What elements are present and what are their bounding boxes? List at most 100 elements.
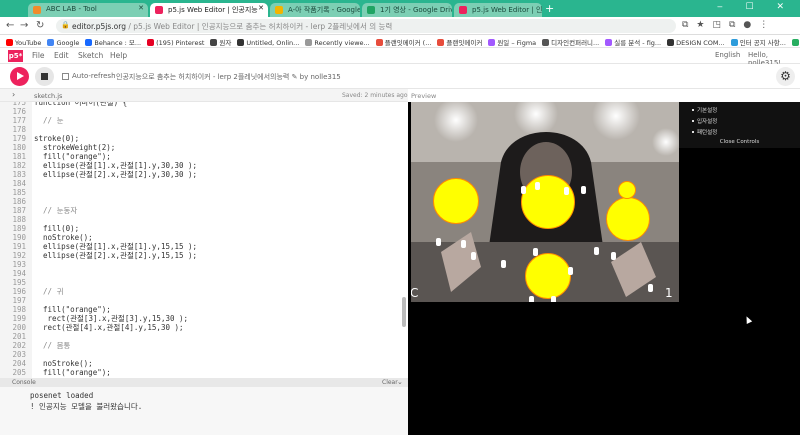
close-controls-button[interactable]: Close Controls	[679, 139, 800, 145]
code-editor[interactable]: 175 function 어마어(관절) {176 177 // 눈 178 179st…	[0, 102, 408, 378]
bullet-icon	[692, 120, 694, 122]
code-line: 200 rect(관절[4].x,관절[4].y,15,30 );	[0, 323, 400, 332]
reload-icon[interactable]: ↻	[36, 20, 44, 31]
particle	[568, 267, 573, 275]
code-line: 179 stroke(0);	[0, 134, 400, 143]
line-number: 201	[12, 332, 26, 341]
menu-file[interactable]: File	[32, 51, 45, 60]
play-button[interactable]	[10, 67, 29, 86]
code-text: rect(관절[3].x,관절[3].y,15,30 );	[34, 314, 189, 323]
code-line: 199 rect(관절[3].x,관절[3].y,15,30 );	[0, 314, 400, 323]
sketch-title[interactable]: 인공지능으로 춤추는 허치하이커 - lerp 2플레닛에서의능력 ✎ by n…	[116, 72, 341, 82]
bookmark-item[interactable]: 인터 공지 사항...	[730, 37, 786, 47]
bookmark-item[interactable]: 플랜잇메이커 (...	[375, 37, 431, 47]
gui-folder-pattern[interactable]: 패턴설정	[697, 128, 717, 136]
browser-tab[interactable]: 1기 영상 - Google Drive	[362, 3, 452, 17]
line-number: 187	[12, 206, 26, 215]
particle	[461, 240, 466, 248]
bookmark-item[interactable]: Untitled, Onlin...	[237, 39, 299, 47]
bookmark-item[interactable]: Recently viewe...	[305, 39, 370, 47]
line-number: 202	[12, 341, 26, 350]
line-number: 189	[12, 224, 26, 233]
bookmark-item[interactable]: 원자	[210, 37, 231, 47]
gui-folder-basic[interactable]: 기본설정	[697, 106, 717, 114]
stop-button[interactable]	[35, 67, 54, 86]
saved-status: Saved: 2 minutes ago	[342, 92, 408, 99]
code-text: // 눈	[34, 116, 64, 125]
bookmark-item[interactable]: DESIGN COM...	[667, 39, 725, 47]
particle	[564, 187, 569, 195]
bookmark-item[interactable]: YouTube	[6, 39, 41, 47]
editor-scrollbar[interactable]	[402, 297, 406, 327]
code-text: ellipse(관절[1].x,관절[1].y,30,30 );	[34, 161, 198, 170]
line-number: 186	[12, 197, 26, 206]
webcam-canvas[interactable]: C 1	[411, 102, 679, 302]
code-line: 201	[0, 332, 400, 341]
menu-edit[interactable]: Edit	[54, 51, 69, 60]
yellow-ball	[525, 253, 571, 299]
bookmark-item[interactable]: 작품 컬러스 시...	[791, 37, 800, 47]
line-number: 177	[12, 116, 26, 125]
new-tab-icon[interactable]: +	[545, 2, 554, 15]
tab-close-icon[interactable]: ✕	[138, 4, 144, 12]
sidebar-toggle-icon[interactable]: ›	[12, 90, 15, 99]
bookmark-item[interactable]: Behance : 모...	[85, 37, 141, 47]
browser-action-icons[interactable]: ⧉★◳⧉●⋮	[682, 20, 776, 30]
code-line: 180 strokeWeight(2);	[0, 143, 400, 152]
file-name: sketch.js	[34, 92, 63, 100]
settings-gear-icon[interactable]: ⚙	[776, 67, 795, 86]
code-text: noStroke();	[34, 233, 93, 242]
back-icon[interactable]: ←	[6, 20, 14, 31]
code-text: // 귀	[34, 287, 64, 296]
code-line: 184	[0, 179, 400, 188]
line-number: 195	[12, 278, 26, 287]
particle	[535, 182, 540, 190]
tab-label: p5.js Web Editor | 인공지능으	[472, 6, 542, 14]
bookmark-favicon-icon	[542, 39, 550, 46]
bookmark-item[interactable]: 디자인컨퍼러니...	[542, 37, 599, 47]
bookmark-favicon-icon	[437, 39, 445, 46]
bookmark-favicon-icon	[667, 39, 675, 46]
browser-tab-active[interactable]: p5.js Web Editor | 인공지능 ✕	[150, 3, 268, 17]
console-clear-button[interactable]: Clear	[382, 379, 398, 386]
bookmark-label: 인터 공지 사항...	[739, 39, 786, 47]
gui-folder-particles[interactable]: 입자설정	[697, 117, 717, 125]
particle	[533, 248, 538, 256]
file-bar: › sketch.js Saved: 2 minutes ago	[0, 89, 408, 102]
auto-refresh-checkbox[interactable]	[62, 73, 69, 80]
forward-icon[interactable]: →	[20, 20, 28, 31]
code-line: 202 // 몸통	[0, 341, 400, 350]
p5-menu-bar: p5* File Edit Sketch Help English Hello,…	[0, 48, 800, 67]
menu-sketch[interactable]: Sketch	[78, 51, 103, 60]
bookmark-label: DESIGN COM...	[676, 39, 725, 47]
browser-tab[interactable]: ABC LAB - Tool ✕	[28, 3, 148, 17]
line-number: 192	[12, 251, 26, 260]
language-select[interactable]: English	[715, 51, 740, 59]
particle	[471, 252, 476, 260]
line-number: 184	[12, 179, 26, 188]
bookmark-favicon-icon	[730, 39, 738, 46]
line-number: 181	[12, 152, 26, 161]
line-number: 183	[12, 170, 26, 179]
bookmark-favicon-icon	[85, 39, 93, 46]
sketch-preview[interactable]: C 1 기본설정 입자설정 패턴설정 Close Controls	[408, 102, 800, 435]
bookmark-item[interactable]: (195) Pinterest	[147, 39, 204, 47]
particle	[611, 252, 616, 260]
code-text: ellipse(관절[2].x,관절[2].y,30,30 );	[34, 170, 198, 179]
bookmark-item[interactable]: 실릉 분석 - fig...	[605, 37, 661, 47]
menu-help[interactable]: Help	[110, 51, 127, 60]
tab-close-icon[interactable]: ✕	[258, 4, 264, 12]
bookmark-label: (195) Pinterest	[156, 39, 205, 47]
bookmark-item[interactable]: 원일 – Figma	[488, 37, 536, 47]
line-number: 199	[12, 314, 26, 323]
p5-logo[interactable]: p5*	[8, 50, 23, 62]
code-line: 195	[0, 278, 400, 287]
window-controls-icon[interactable]: ‒ ☐ ✕	[717, 2, 794, 12]
chevron-down-icon[interactable]: ⌄	[397, 378, 403, 386]
browser-tab[interactable]: p5.js Web Editor | 인공지능으	[454, 3, 542, 17]
particle	[501, 260, 506, 268]
bookmark-item[interactable]: Google	[47, 39, 79, 47]
url-input[interactable]: 🔒 editor.p5js.org / p5.js Web Editor | 인…	[56, 19, 676, 33]
browser-tab[interactable]: A-아 작품기록 - Google Slides	[270, 3, 360, 17]
bookmark-item[interactable]: 플랜잇메이커	[437, 37, 482, 47]
